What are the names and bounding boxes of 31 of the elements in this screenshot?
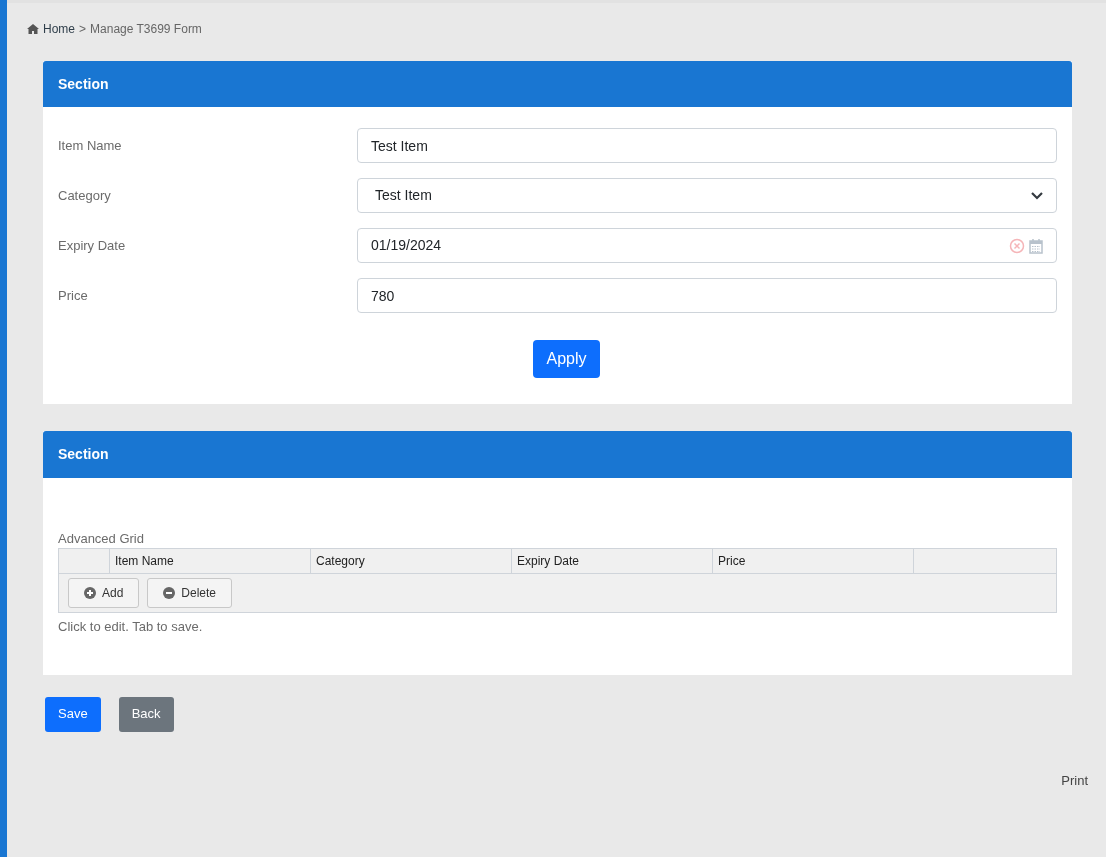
plus-circle-icon	[84, 587, 96, 599]
save-button[interactable]: Save	[45, 696, 101, 732]
print-link[interactable]: Print	[1061, 770, 1088, 790]
clear-icon[interactable]	[1009, 237, 1025, 254]
breadcrumb-separator: >	[79, 21, 87, 38]
field-label: Expiry Date	[58, 236, 127, 255]
field-label: Item Name	[58, 136, 123, 155]
toolbar-button[interactable]: Add	[68, 578, 140, 608]
date-field[interactable]: 01/19/2024	[357, 228, 1057, 263]
breadcrumb-current: Manage T3699 Form	[90, 21, 202, 38]
text-field[interactable]: Test Item	[357, 128, 1057, 163]
column-header: Price	[713, 549, 914, 573]
grid-hint: Click to edit. Tab to save.	[58, 618, 204, 636]
column-header: Expiry Date	[512, 549, 713, 573]
column-header: Item Name	[110, 549, 311, 573]
field-label: Category	[58, 186, 112, 205]
toolbar-button[interactable]: Delete	[147, 578, 233, 608]
category-select[interactable]: Test Item	[357, 178, 1057, 213]
home-link[interactable]: Home	[43, 20, 75, 38]
text-field[interactable]: 780	[357, 278, 1057, 313]
field-label: Price	[58, 286, 89, 305]
grid-title: Advanced Grid	[58, 530, 145, 548]
minus-circle-icon	[163, 587, 176, 599]
section-header: Section	[43, 431, 1072, 478]
chevron-down-icon	[1031, 191, 1043, 200]
back-button[interactable]: Back	[118, 696, 174, 732]
section-header: Section	[43, 61, 1072, 107]
column-header: Category	[311, 549, 512, 573]
calendar-icon[interactable]	[1029, 237, 1043, 254]
apply-button[interactable]: Apply	[533, 340, 600, 378]
home-icon	[27, 24, 39, 34]
